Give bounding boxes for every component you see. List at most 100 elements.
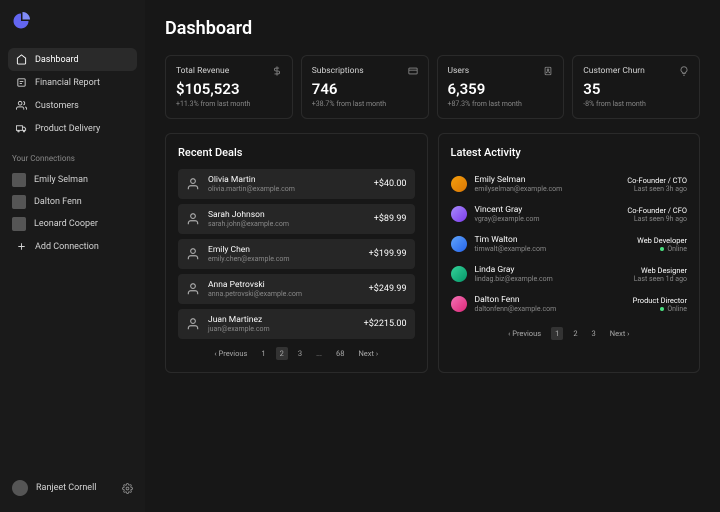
activity-name: Emily Selman [475,175,620,185]
stat-subtitle: +11.3% from last month [176,100,282,108]
stat-title: Subscriptions [312,66,364,76]
avatar [451,176,467,192]
activity-role: Web Developer [637,236,687,245]
deal-email: sarah.john@example.com [208,220,366,228]
stat-card: Customer Churn 35 -8% from last month [572,55,700,119]
person-icon [186,282,200,296]
pager-page[interactable]: 68 [332,347,348,360]
page-title: Dashboard [165,18,700,39]
sidebar-footer[interactable]: Ranjeet Cornell [8,476,137,500]
nav-item-customers[interactable]: Customers [8,94,137,117]
pager-page[interactable]: 2 [569,327,581,340]
pager-page[interactable]: 1 [551,327,563,340]
nav-label: Dashboard [35,55,79,65]
activity-row[interactable]: Vincent Grayvgray@example.comCo-Founder … [451,199,688,229]
deal-amount: +$2215.00 [364,319,407,329]
plus-icon [16,241,27,252]
deal-name: Anna Petrovski [208,280,361,290]
stat-value: 6,359 [448,80,554,98]
connections-list: Emily Selman Dalton Fenn Leonard Cooper [8,169,137,235]
stat-value: 746 [312,80,418,98]
deal-row[interactable]: Olivia Martinolivia.martin@example.com+$… [178,169,415,199]
activity-name: Dalton Fenn [475,295,625,305]
activity-status: Online [637,245,687,253]
stat-subtitle: -8% from last month [583,100,689,108]
stat-card: Total Revenue $105,523 +11.3% from last mo… [165,55,293,119]
connection-item[interactable]: Leonard Cooper [8,213,137,235]
activity-row[interactable]: Emily Selmanemilyselman@example.com Co-Fo… [451,169,688,199]
latest-activity-title: Latest Activity [451,146,688,159]
avatar [12,217,26,231]
nav-item-product-delivery[interactable]: Product Delivery [8,117,137,140]
activity-row[interactable]: Linda Graylindag.biz@example.comWeb Desi… [451,259,688,289]
avatar [451,266,467,282]
connection-name: Emily Selman [34,175,88,185]
deal-name: Olivia Martin [208,175,366,185]
stat-card: Subscriptions 746 +38.7% from last month [301,55,429,119]
pager-next[interactable]: Next › [354,347,382,360]
person-icon [186,212,200,226]
avatar [451,236,467,252]
activity-email: lindag.biz@example.com [475,275,626,283]
activity-name: Linda Gray [475,265,626,275]
activity-role: Co-Founder / CFO [627,206,687,215]
person-icon [186,177,200,191]
avatar [12,195,26,209]
latest-activity-panel: Latest Activity Emily Selmanemilyselman@… [438,133,701,373]
avatar [451,296,467,312]
activity-row[interactable]: Tim Waltontimwalt@example.comWeb Develop… [451,229,688,259]
pager-prev[interactable]: ‹ Previous [504,327,545,340]
stat-value: 35 [583,80,689,98]
pager-page[interactable]: 2 [276,347,288,360]
person-icon [186,317,200,331]
deal-name: Emily Chen [208,245,361,255]
deals-pager: ‹ Previous 123... 68 Next › [178,347,415,360]
nav-item-financial-report[interactable]: Financial Report [8,71,137,94]
pager-page[interactable]: 1 [257,347,269,360]
stat-card: Users6,359+87.3% from last month [437,55,565,119]
deal-email: emily.chen@example.com [208,255,361,263]
deal-row[interactable]: Juan Martinezjuan@example.com+$2215.00 [178,309,415,339]
activity-email: emilyselman@example.com [475,185,620,193]
pager-page[interactable]: 3 [294,347,306,360]
activity-email: daltonfenn@example.com [475,305,625,313]
activity-role: Co-Founder / CTO [627,176,687,185]
nav-item-dashboard[interactable]: Dashboard [8,48,137,71]
stat-subtitle: +38.7% from last month [312,100,418,108]
pager-next[interactable]: Next › [606,327,634,340]
pager-prev[interactable]: ‹ Previous [210,347,251,360]
deal-row[interactable]: Emily Chenemily.chen@example.com+$199.99 [178,239,415,269]
person-icon [186,247,200,261]
deal-name: Juan Martinez [208,315,356,325]
activity-row[interactable]: Dalton Fenndaltonfenn@example.com Product… [451,289,688,319]
deal-email: anna.petrovski@example.com [208,290,361,298]
add-connection-button[interactable]: Add Connection [8,235,137,258]
user-avatar [12,480,28,496]
app-logo [12,12,30,30]
nav-label: Customers [35,101,79,111]
stat-title: Customer Churn [583,66,645,76]
main-nav: Dashboard Financial Report Customers Produc… [8,48,137,140]
pager-page: ... [312,347,326,360]
recent-deals-panel: Recent Deals Olivia Martinolivia.martin@… [165,133,428,373]
connection-item[interactable]: Emily Selman [8,169,137,191]
connection-item[interactable]: Dalton Fenn [8,191,137,213]
activity-status: Last seen 9h ago [627,215,687,223]
connection-name: Leonard Cooper [34,219,98,229]
pager-page[interactable]: 3 [588,327,600,340]
deal-row[interactable]: Sarah Johnsonsarah.john@example.com+$89.… [178,204,415,234]
online-dot-icon [660,247,664,251]
activity-role: Product Director [633,296,687,305]
stat-value: $105,523 [176,80,282,98]
activity-pager: ‹ Previous 123 Next › [451,327,688,340]
stat-title: Users [448,66,470,76]
deal-row[interactable]: Anna Petrovskianna.petrovski@example.com… [178,274,415,304]
main-content: Dashboard Total Revenue $105,523 +11.3% fr… [145,0,720,512]
gear-icon[interactable] [122,483,133,494]
activity-status: Online [633,305,687,313]
deals-list: Olivia Martinolivia.martin@example.com+$… [178,169,415,339]
connection-name: Dalton Fenn [34,197,82,207]
add-connection-label: Add Connection [35,242,99,252]
avatar [451,206,467,222]
stat-title: Total Revenue [176,66,229,76]
